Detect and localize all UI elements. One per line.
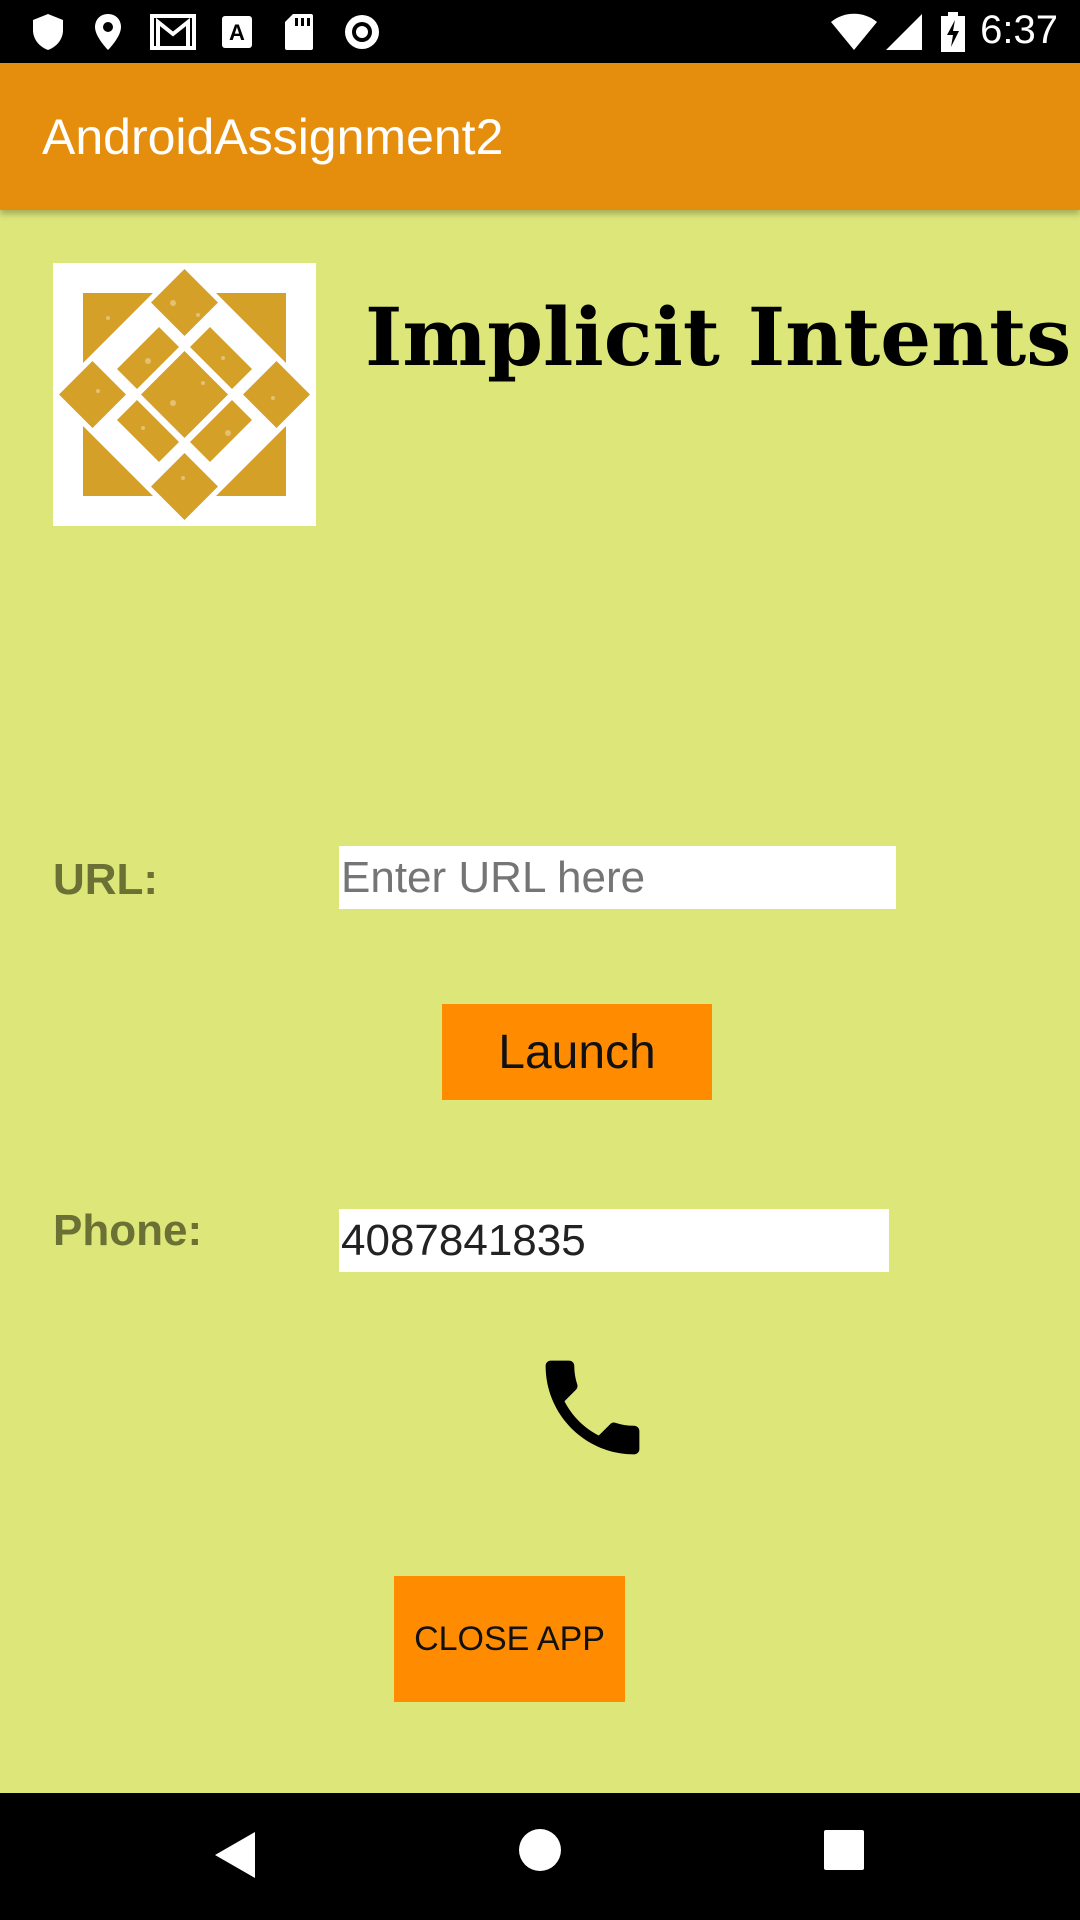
sd-card-icon	[285, 14, 313, 50]
page-heading: Implicit Intents	[365, 290, 1072, 384]
logo-image	[53, 263, 316, 526]
quilt-logo-icon	[59, 269, 310, 520]
home-icon[interactable]	[518, 1828, 562, 1872]
recents-icon[interactable]	[824, 1830, 864, 1870]
phone-label: Phone:	[53, 1206, 203, 1255]
status-time: 6:37	[980, 8, 1058, 52]
wifi-icon	[831, 13, 877, 50]
launch-button-label: Launch	[498, 1025, 656, 1079]
back-icon[interactable]	[213, 1830, 257, 1880]
url-label: URL:	[53, 855, 159, 904]
record-icon	[345, 15, 379, 49]
call-button[interactable]	[530, 1345, 655, 1470]
gmail-icon	[150, 14, 196, 50]
battery-charging-icon	[941, 12, 965, 52]
svg-text:A: A	[229, 20, 245, 45]
phone-input[interactable]	[339, 1209, 889, 1272]
cell-signal-icon	[886, 14, 922, 50]
status-bar: A 6:37	[0, 0, 1080, 63]
phone-icon	[545, 1360, 640, 1455]
url-input[interactable]	[339, 846, 896, 909]
close-app-button-label: CLOSE APP	[414, 1619, 605, 1658]
font-icon: A	[222, 16, 252, 48]
app-title: AndroidAssignment2	[42, 109, 504, 165]
close-app-button[interactable]: CLOSE APP	[394, 1576, 625, 1702]
navigation-bar	[0, 1793, 1080, 1920]
location-icon	[95, 14, 121, 50]
shield-icon	[33, 14, 63, 50]
app-bar: AndroidAssignment2	[0, 63, 1080, 210]
launch-button[interactable]: Launch	[442, 1004, 712, 1100]
